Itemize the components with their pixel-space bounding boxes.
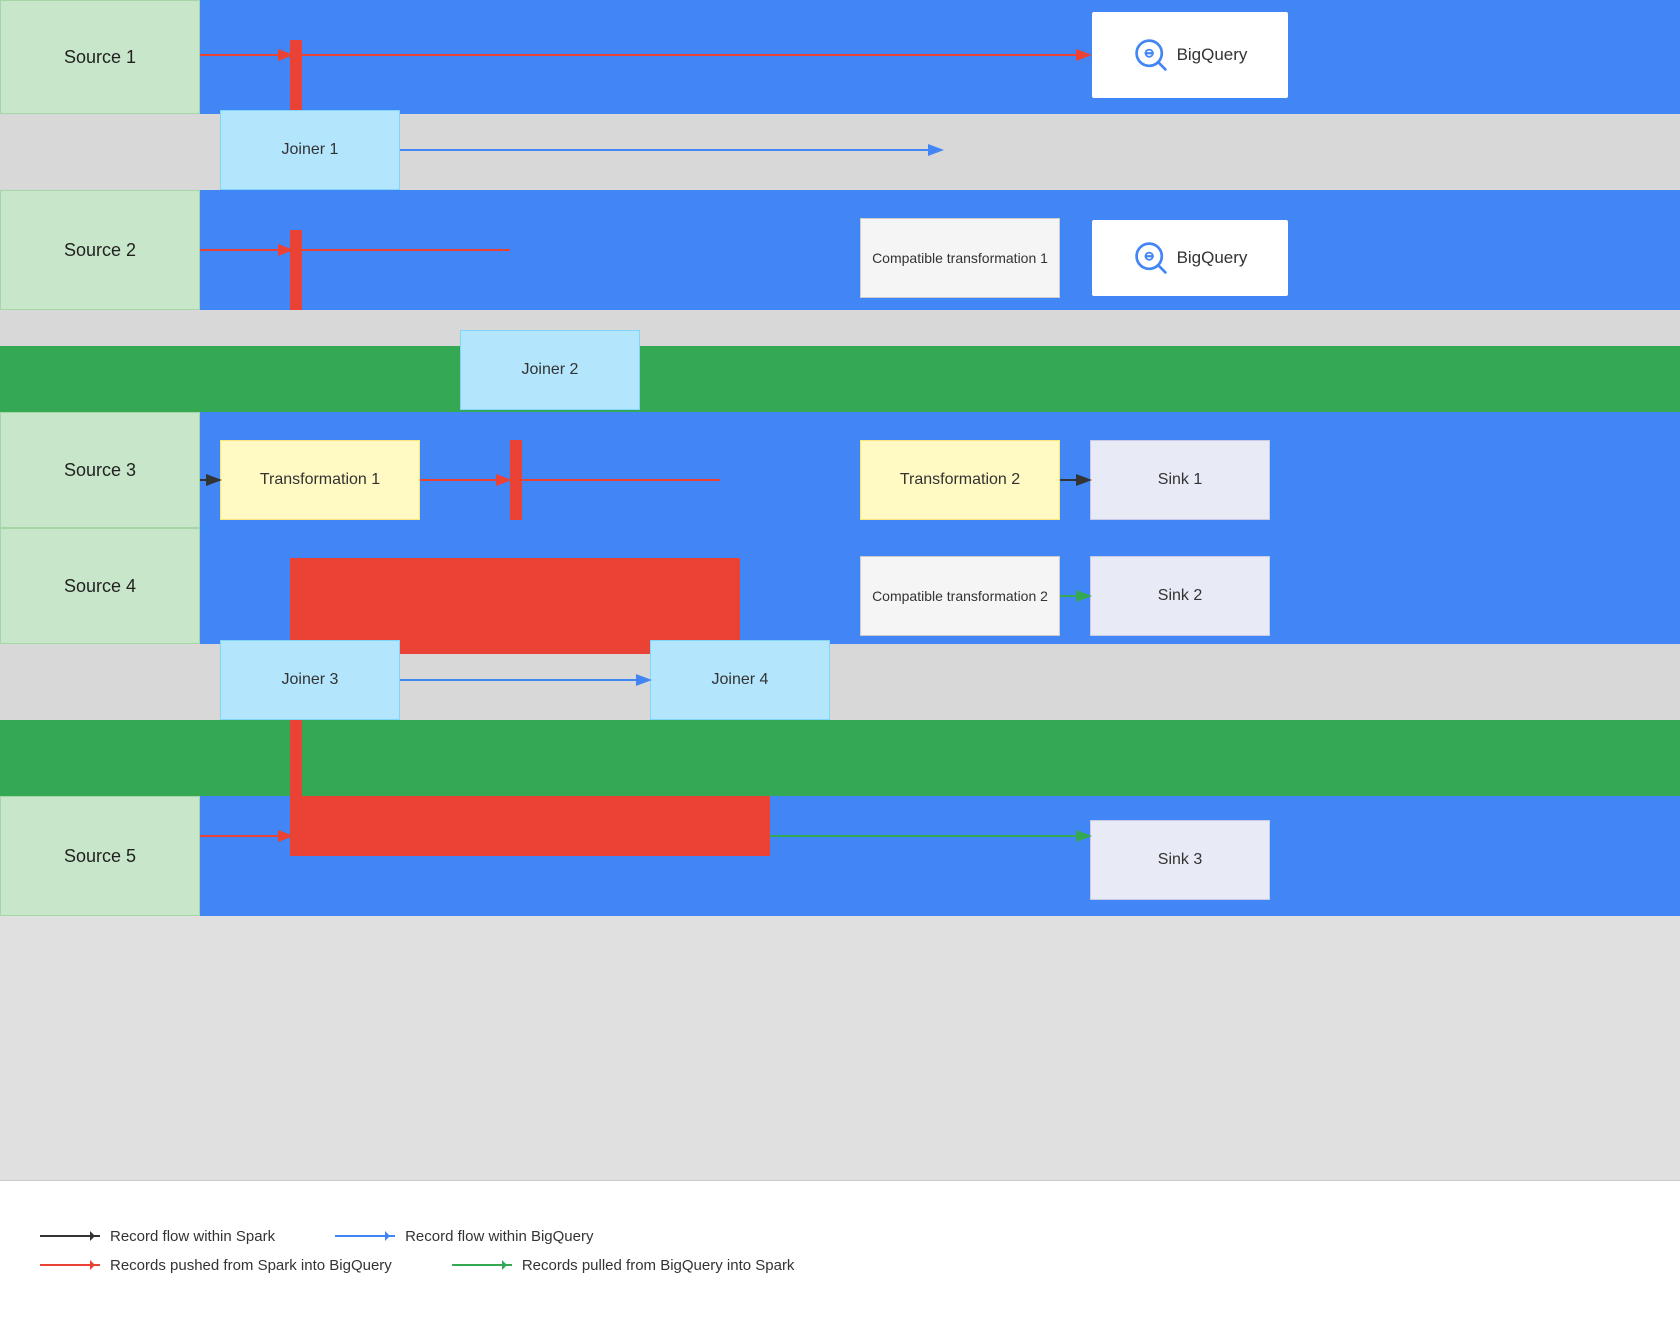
legend-item-bigquery-flow: Record flow within BigQuery (335, 1228, 593, 1245)
compat1-box: Compatible transformation 1 (860, 218, 1060, 298)
legend-arrow-green (452, 1264, 512, 1266)
band-row8 (0, 720, 1680, 796)
legend-arrow-red (40, 1264, 100, 1266)
source3-box: Source 3 (0, 412, 200, 528)
joiner3-box: Joiner 3 (220, 640, 400, 720)
transform2-box: Transformation 2 (860, 440, 1060, 520)
transform1-box: Transformation 1 (220, 440, 420, 520)
sink3-box: Sink 3 (1090, 820, 1270, 900)
legend-item-spark-flow: Record flow within Spark (40, 1228, 275, 1245)
band-row1 (0, 0, 1680, 114)
band-row6 (0, 528, 1680, 644)
legend-arrow-blue (335, 1235, 395, 1237)
legend-row1: Record flow within Spark Record flow wit… (40, 1228, 1640, 1245)
source5-box: Source 5 (0, 796, 200, 916)
joiner1-box: Joiner 1 (220, 110, 400, 190)
red-push-joiner3 (290, 720, 302, 800)
legend-item-push: Records pushed from Spark into BigQuery (40, 1257, 392, 1274)
joiner2-box: Joiner 2 (460, 330, 640, 410)
sink2-box: Sink 2 (1090, 556, 1270, 636)
compat2-box: Compatible transformation 2 (860, 556, 1060, 636)
band-row3 (0, 190, 1680, 310)
joiner4-box: Joiner 4 (650, 640, 830, 720)
bigquery2-icon (1133, 240, 1169, 276)
legend-item-pull: Records pulled from BigQuery into Spark (452, 1257, 795, 1274)
diagram-container: Source 1 Source 2 Source 3 Source 4 Sour… (0, 0, 1680, 1180)
red-push-source3 (510, 440, 522, 520)
legend: Record flow within Spark Record flow wit… (0, 1180, 1680, 1320)
bigquery1-icon (1133, 37, 1169, 73)
bigquery2-box: BigQuery (1090, 218, 1290, 298)
source4-box: Source 4 (0, 528, 200, 644)
band-row4 (0, 346, 1680, 412)
legend-row2: Records pushed from Spark into BigQuery … (40, 1257, 1640, 1274)
red-push-source2 (290, 230, 302, 310)
legend-arrow-black (40, 1235, 100, 1237)
red-push-source5 (290, 796, 770, 856)
band-row9 (0, 796, 1680, 916)
red-push-source1 (290, 40, 302, 120)
band-gap1 (0, 310, 1680, 346)
source1-box: Source 1 (0, 0, 200, 114)
sink1-box: Sink 1 (1090, 440, 1270, 520)
bigquery1-box: BigQuery (1090, 10, 1290, 100)
source2-box: Source 2 (0, 190, 200, 310)
